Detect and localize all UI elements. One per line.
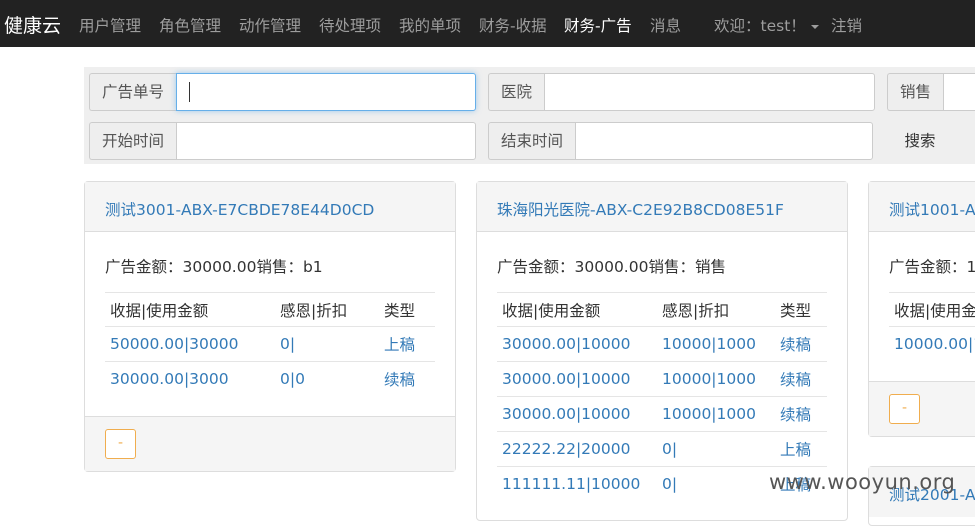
column-header: 类型 (775, 292, 827, 327)
nav-messages[interactable]: 消息 (650, 14, 681, 36)
table-cell-link[interactable]: 0| (275, 326, 379, 362)
column-header: 感恩|折扣 (275, 292, 379, 327)
table-cell-link[interactable]: 0| (657, 431, 775, 467)
table-row: 22222.22|20000 0| 上稿 (497, 431, 827, 467)
logout-link[interactable]: 注销 (831, 14, 862, 36)
table-cell-link[interactable]: 10000|1000 (657, 361, 775, 397)
card-footer: - (85, 415, 455, 471)
nav-user-management[interactable]: 用户管理 (79, 14, 141, 36)
welcome-text: 欢迎：test！ (714, 17, 806, 35)
card-summary: 广告金额：1 (889, 258, 975, 276)
table-cell-link[interactable]: 10000|1000 (657, 326, 775, 362)
ad-number-label: 广告单号 (89, 73, 177, 111)
table-row: 50000.00|30000 0| 上稿 (105, 326, 435, 362)
table-cell-link[interactable]: 30000.00|3000 (105, 362, 275, 397)
ad-number-input[interactable] (176, 73, 477, 111)
column-header: 收据|使用金额 (497, 292, 657, 327)
nav-finance-ads[interactable]: 财务-广告 (564, 14, 632, 36)
table-row: 30000.00|10000 10000|1000 续稿 (497, 326, 827, 362)
nav-my-items[interactable]: 我的单项 (399, 14, 461, 36)
sales-input[interactable] (943, 73, 975, 111)
table-row: 10000.00|10 (889, 327, 975, 362)
ad-card: 测试1001-ABX 广告金额：1 收据|使用金额 10000.00|10 - (868, 181, 975, 437)
end-time-label: 结束时间 (488, 122, 576, 160)
table-cell-link[interactable]: 续稿 (775, 361, 827, 397)
column-header: 收据|使用金额 (889, 292, 975, 327)
text-cursor (189, 82, 191, 102)
search-button[interactable]: 搜索 (887, 122, 953, 160)
table-cell-link[interactable]: 上稿 (775, 431, 827, 467)
table-cell-link[interactable]: 0| (657, 467, 775, 502)
collapse-button[interactable]: - (889, 393, 920, 424)
table-row: 30000.00|3000 0|0 续稿 (105, 362, 435, 397)
start-time-group: 开始时间 (89, 122, 477, 160)
table-cell-link[interactable]: 10000|1000 (657, 396, 775, 432)
start-time-input[interactable] (176, 122, 477, 160)
caret-down-icon (810, 24, 819, 29)
receipt-table: 收据|使用金额 10000.00|10 (889, 292, 975, 362)
watermark-text: www.wooyun.org (769, 470, 956, 494)
table-cell-link[interactable]: 30000.00|10000 (497, 361, 657, 397)
table-cell-link[interactable]: 0|0 (275, 362, 379, 397)
nav-action-management[interactable]: 动作管理 (239, 14, 301, 36)
column-header: 类型 (379, 292, 435, 327)
nav-pending-items[interactable]: 待处理项 (319, 14, 381, 36)
table-cell-link[interactable]: 上稿 (379, 326, 435, 362)
top-navbar: 健康云 用户管理 角色管理 动作管理 待处理项 我的单项 财务-收据 财务-广告… (0, 0, 975, 47)
collapse-button[interactable]: - (105, 428, 136, 459)
user-menu-dropdown[interactable]: 欢迎：test！ (714, 14, 819, 36)
hospital-label: 医院 (488, 73, 545, 111)
receipt-table: 收据|使用金额 感恩|折扣 类型 50000.00|30000 0| 上稿 30… (105, 292, 435, 397)
sales-group: 销售 (887, 73, 975, 111)
sales-label: 销售 (887, 73, 944, 111)
nav-role-management[interactable]: 角色管理 (159, 14, 221, 36)
table-cell-link[interactable]: 10000.00|10 (889, 327, 975, 362)
table-cell-link[interactable]: 续稿 (775, 396, 827, 432)
table-cell-link[interactable]: 111111.11|10000 (497, 467, 657, 502)
table-row: 30000.00|10000 10000|1000 续稿 (497, 396, 827, 432)
table-cell-link[interactable]: 30000.00|10000 (497, 396, 657, 432)
column-header: 收据|使用金额 (105, 292, 275, 327)
card-summary: 广告金额：30000.00销售：销售 (497, 258, 726, 276)
card-title[interactable]: 测试3001-ABX-E7CBDE78E44D0CD (85, 182, 455, 232)
table-row: 30000.00|10000 10000|1000 续稿 (497, 361, 827, 397)
table-cell-link[interactable]: 30000.00|10000 (497, 326, 657, 362)
start-time-label: 开始时间 (89, 122, 177, 160)
end-time-group: 结束时间 (488, 122, 874, 160)
table-cell-link[interactable]: 续稿 (775, 326, 827, 362)
card-title[interactable]: 测试1001-ABX (869, 182, 975, 232)
table-cell-link[interactable]: 22222.22|20000 (497, 431, 657, 467)
card-summary: 广告金额：30000.00销售：b1 (105, 258, 323, 276)
hospital-input[interactable] (544, 73, 876, 111)
table-cell-link[interactable]: 50000.00|30000 (105, 326, 275, 362)
ad-number-group: 广告单号 (89, 73, 477, 111)
ad-card: 测试3001-ABX-E7CBDE78E44D0CD 广告金额：30000.00… (84, 181, 456, 472)
hospital-group: 医院 (488, 73, 876, 111)
brand-logo[interactable]: 健康云 (4, 11, 61, 38)
card-title[interactable]: 珠海阳光医院-ABX-C2E92B8CD08E51F (477, 182, 847, 232)
end-time-input[interactable] (575, 122, 874, 160)
card-footer: - (869, 380, 975, 436)
nav-finance-receipts[interactable]: 财务-收据 (479, 14, 547, 36)
column-header: 感恩|折扣 (657, 292, 775, 327)
table-cell-link[interactable]: 续稿 (379, 362, 435, 397)
